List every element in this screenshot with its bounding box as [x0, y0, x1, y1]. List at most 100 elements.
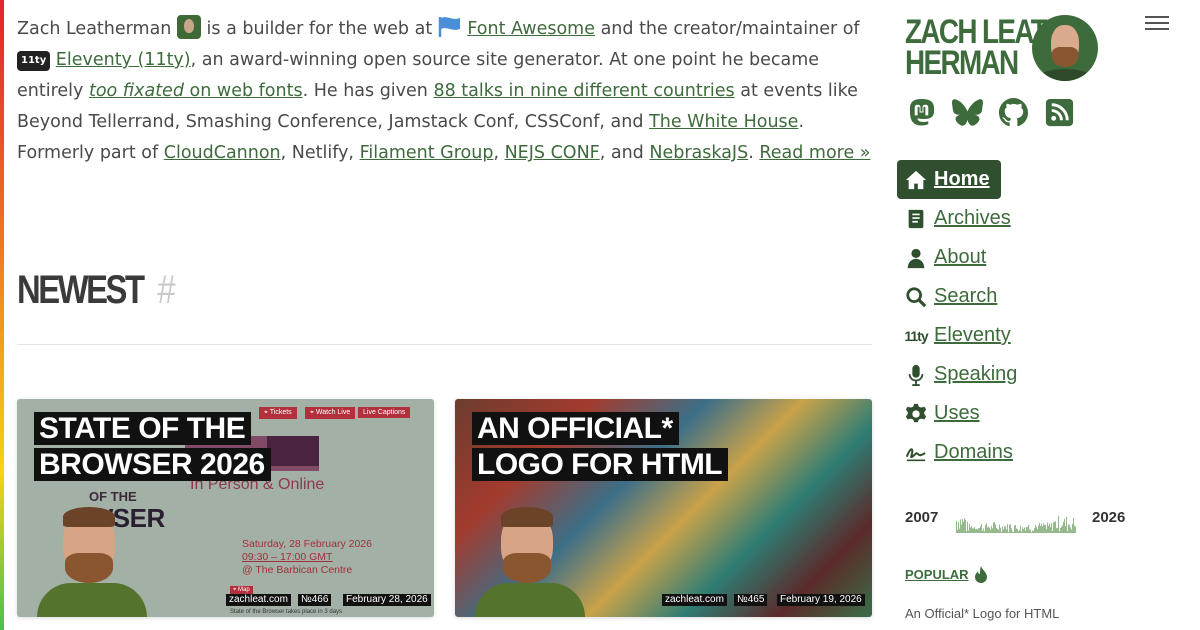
sparkline-bar — [987, 527, 988, 533]
sparkline-bar — [1034, 527, 1035, 533]
sparkline-bar — [1055, 521, 1056, 533]
mastodon-icon[interactable] — [906, 97, 937, 128]
sparkline-bar — [975, 529, 976, 533]
sparkline-bar — [1019, 530, 1020, 533]
sparkline-bar — [983, 528, 984, 533]
github-icon[interactable] — [998, 97, 1029, 128]
sparkline-bar — [1030, 529, 1031, 533]
sparkline-bar — [960, 519, 961, 533]
sparkline-bar — [1053, 522, 1054, 533]
white-house-link[interactable]: The White House — [649, 112, 798, 132]
sparkline-bar — [1024, 527, 1025, 533]
nav-label: Archives — [934, 207, 1011, 229]
sparkline-bar — [1072, 523, 1073, 533]
card-title-line: LOGO FOR HTML — [472, 448, 729, 481]
intro-text: , Netlify, — [280, 143, 354, 163]
sparkline-bar — [1009, 524, 1010, 533]
sparkline-bar — [980, 526, 981, 533]
nav-label: Home — [934, 168, 990, 190]
section-divider — [17, 344, 872, 345]
sparkline-bar — [986, 523, 987, 533]
poster-date-line: Saturday, 28 February 2026 — [242, 538, 372, 550]
menu-icon[interactable] — [1145, 16, 1169, 32]
sparkline-bar — [1036, 526, 1037, 533]
sparkline-bar — [959, 528, 960, 533]
nav-label: Search — [934, 285, 998, 307]
rss-icon[interactable] — [1044, 97, 1075, 128]
sparkline-bar — [999, 524, 1000, 533]
too-fixated-link[interactable]: too fixated on web fonts — [89, 81, 303, 101]
sparkline-bar — [1057, 527, 1058, 533]
sparkline-bar — [1002, 526, 1003, 533]
card-title: STATE OF THE BROWSER 2026 — [34, 411, 271, 483]
poster-date-block: Saturday, 28 February 2026 09:30 – 17:00… — [242, 538, 372, 577]
eleventy-icon: 11ty — [904, 327, 928, 344]
site-brand-link[interactable]: ZACH LEAT- HERMAN — [905, 15, 1054, 80]
popular-link[interactable]: POPULAR — [905, 567, 969, 582]
read-more-link[interactable]: Read more » — [759, 143, 870, 163]
sparkline-bar — [958, 522, 959, 533]
intro-text: , and — [599, 143, 644, 163]
filament-group-link[interactable]: Filament Group — [360, 143, 494, 163]
nav-item-search[interactable]: Search — [897, 277, 1017, 316]
talks-link[interactable]: 88 talks in nine different countries — [433, 81, 734, 101]
sparkline-bar — [973, 528, 974, 533]
sparkline-bar — [1020, 525, 1021, 533]
sparkline-bar — [1031, 532, 1032, 533]
card-number: №466 — [298, 594, 332, 606]
sparkline-bar — [1026, 526, 1027, 533]
intro-text: , — [493, 143, 500, 163]
nav-item-about[interactable]: About — [897, 238, 1017, 277]
nebraskajs-link[interactable]: NebraskaJS — [649, 143, 748, 163]
nav-item-archives[interactable]: Archives — [897, 199, 1017, 238]
sparkline-bar — [1075, 526, 1076, 533]
sparkline-bar — [989, 527, 990, 533]
sparkline-bar — [1028, 524, 1029, 533]
sparkline-end-year: 2026 — [1092, 509, 1126, 526]
sparkline-bar — [1004, 526, 1005, 533]
sparkline-bar — [968, 530, 969, 533]
nav-item-eleventy[interactable]: 11ty Eleventy — [897, 316, 1017, 355]
sparkline-bar — [957, 529, 958, 533]
sparkline-bar — [965, 519, 966, 533]
sparkline-bar — [1069, 524, 1070, 533]
nav-item-domains[interactable]: Domains — [897, 433, 1017, 472]
nav-item-home[interactable]: Home — [897, 160, 1001, 199]
sparkline-bar — [1050, 527, 1051, 533]
sparkline-bar — [956, 521, 957, 533]
sparkline-bar — [1068, 524, 1069, 533]
sparkline-bar — [979, 528, 980, 533]
poster-time-line: 09:30 – 17:00 GMT — [242, 551, 333, 563]
sparkline-bar — [962, 518, 963, 533]
font-awesome-link[interactable]: Font Awesome — [467, 19, 595, 39]
social-links — [906, 97, 1075, 128]
card-title-line: STATE OF THE — [34, 412, 252, 445]
sparkline-bar — [1041, 523, 1042, 533]
popular-post-link[interactable]: An Official* Logo for HTML — [905, 606, 1059, 621]
sparkline-bar — [972, 528, 973, 533]
cloudcannon-link[interactable]: CloudCannon — [164, 143, 281, 163]
newest-anchor-link[interactable]: # — [157, 268, 175, 312]
sparkline-bar — [964, 518, 965, 533]
eleventy-link[interactable]: Eleventy (11ty) — [56, 50, 191, 70]
too-fixated-text: too fixated — [88, 81, 184, 101]
bluesky-icon[interactable] — [952, 97, 983, 128]
post-card-official-logo-html[interactable]: AN OFFICIAL* LOGO FOR HTML zachleat.com … — [455, 399, 872, 617]
sparkline-bar — [978, 528, 979, 533]
sparkline-bar — [1022, 527, 1023, 533]
sparkline-bar — [1073, 517, 1074, 533]
nav-item-uses[interactable]: Uses — [897, 394, 1017, 433]
poster-watch-live-label: ⌖ Watch Live — [305, 407, 356, 419]
nejs-conf-link[interactable]: NEJS CONF — [505, 143, 600, 163]
sparkline-bar — [1060, 527, 1061, 533]
sparkline-bar — [1052, 531, 1053, 533]
sparkline-bar — [1062, 525, 1063, 533]
post-card-state-of-the-browser[interactable]: ⌖ Tickets ⌖ Watch Live Live Captions In … — [17, 399, 434, 617]
sparkline-bar — [1038, 525, 1039, 533]
sparkline-bar — [998, 529, 999, 533]
poster-graphic — [267, 436, 319, 466]
sparkline-bar — [1006, 529, 1007, 533]
sparkline-bar — [1001, 531, 1002, 533]
sparkline-bar — [1016, 528, 1017, 533]
nav-item-speaking[interactable]: Speaking — [897, 355, 1017, 394]
